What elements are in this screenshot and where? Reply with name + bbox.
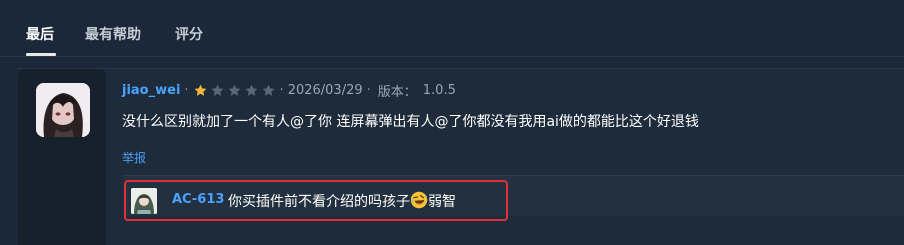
review-sort-tabs: 最后 最有帮助 评分 <box>0 0 904 56</box>
meta-separator: · <box>184 82 189 98</box>
reply-avatar[interactable] <box>131 188 157 214</box>
avatar-image <box>36 83 90 137</box>
version-label: 版本： <box>377 84 417 100</box>
star-rating <box>193 83 276 98</box>
star-empty-icon <box>228 84 240 96</box>
meta-separator: · <box>279 82 284 98</box>
tab-rating[interactable]: 评分 <box>175 24 203 44</box>
tab-most-helpful[interactable]: 最有帮助 <box>85 24 141 44</box>
review-username[interactable]: jiao_wei <box>122 83 180 98</box>
review-avatar-column <box>18 69 106 245</box>
report-link[interactable]: 举报 <box>122 149 146 166</box>
avatar[interactable] <box>36 83 90 137</box>
review-card: jiao_wei · · 2026/03/29 · 版本： 1.0.5 没什么区… <box>18 68 904 245</box>
star-empty-icon <box>262 84 274 96</box>
reply-avatar-image <box>131 188 157 214</box>
rolling-on-floor-laughing-emoji-icon <box>410 191 428 209</box>
reply-text-before: 你买插件前不看介绍的吗孩子 <box>228 194 410 210</box>
reply-body: 你买插件前不看介绍的吗孩子 弱智 <box>228 191 456 211</box>
reply-box: AC-613 你买插件前不看介绍的吗孩子 弱智 <box>124 175 904 221</box>
tabs-divider <box>0 56 904 57</box>
review-body: 没什么区别就加了一个有人@了你 连屏幕弹出有人@了你都没有我用ai做的都能比这个… <box>122 114 699 130</box>
review-meta: jiao_wei · · 2026/03/29 · 版本： 1.0.5 <box>122 81 456 100</box>
version-value: 1.0.5 <box>422 82 456 98</box>
review-date: 2026/03/29 <box>287 82 363 98</box>
reply-text-after: 弱智 <box>428 194 456 210</box>
star-filled-icon <box>194 84 206 96</box>
reply-username[interactable]: AC-613 <box>172 192 224 207</box>
meta-separator: · <box>366 82 371 98</box>
star-empty-icon <box>245 84 257 96</box>
reviews-page: 最后 最有帮助 评分 jiao_wei · · 2026/03/29 · 版本：… <box>0 0 904 245</box>
tab-latest[interactable]: 最后 <box>26 24 54 44</box>
star-empty-icon <box>211 84 223 96</box>
